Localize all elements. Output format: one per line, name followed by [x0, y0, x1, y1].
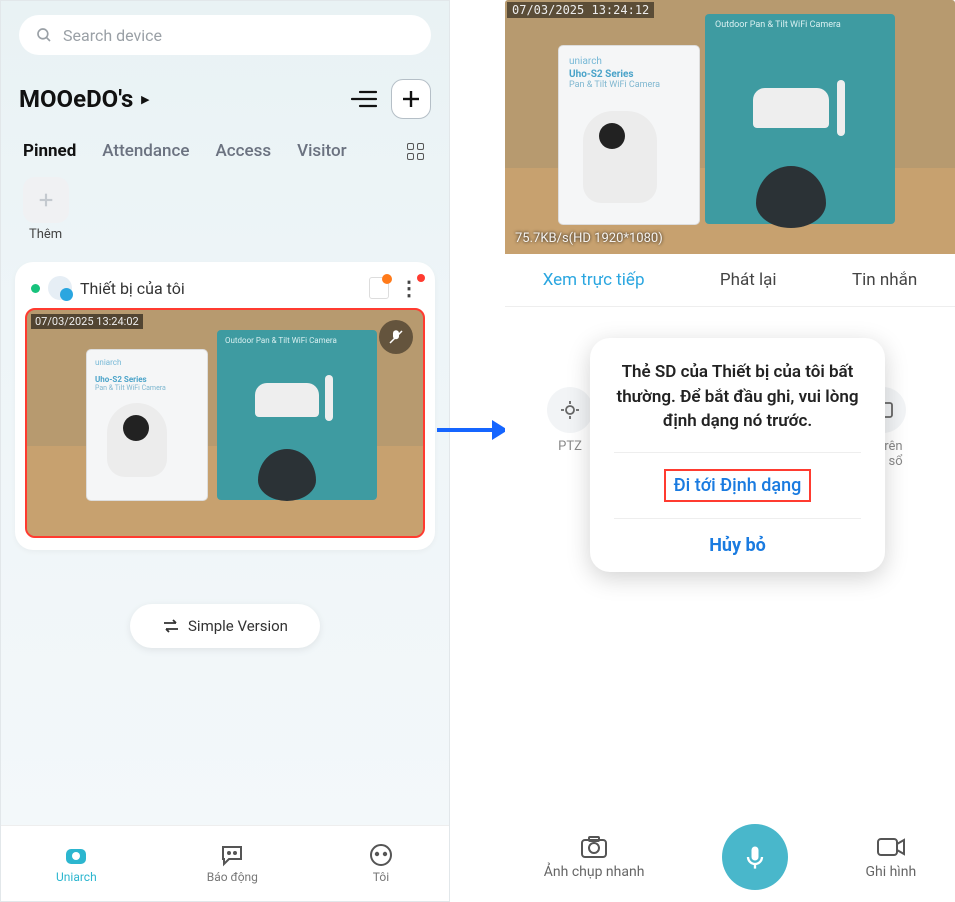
live-view-screen: uniarch Uho-S2 Series Pan & Tilt WiFi Ca…: [505, 0, 955, 902]
tab-visitor[interactable]: Visitor: [297, 141, 347, 161]
swap-icon: [162, 619, 180, 633]
ptz-icon: [558, 398, 582, 422]
camera-thumb-icon: [48, 276, 72, 300]
pin-add-label: Thêm: [29, 227, 449, 242]
live-bottom-bar: Ảnh chụp nhanh Ghi hình: [505, 824, 955, 890]
nav-uniarch[interactable]: Uniarch: [56, 843, 97, 884]
snapshot-icon: [579, 834, 609, 860]
simple-version-label: Simple Version: [188, 617, 288, 635]
dialog-cancel-button[interactable]: Hủy bỏ: [614, 518, 861, 572]
search-bar[interactable]: Search device: [19, 15, 431, 55]
filter-icon[interactable]: [351, 88, 377, 110]
search-icon: [35, 26, 53, 44]
view-tabs: Xem trực tiếp Phát lại Tin nhắn: [505, 254, 955, 307]
more-options-icon[interactable]: ⋮: [399, 276, 419, 300]
grid-view-icon[interactable]: [407, 143, 427, 160]
add-device-button[interactable]: [391, 79, 431, 119]
tab-access[interactable]: Access: [216, 141, 272, 161]
status-dot-online: [31, 284, 40, 293]
plus-icon: [401, 89, 421, 109]
live-timestamp: 07/03/2025 13:24:12: [507, 2, 654, 18]
nav-me[interactable]: Tôi: [368, 843, 394, 884]
sd-format-dialog: Thẻ SD của Thiết bị của tôi bất thường. …: [590, 338, 885, 572]
bottom-nav: Uniarch Báo động Tôi: [1, 825, 449, 901]
camera-model-b: [247, 383, 327, 473]
preview-timestamp: 07/03/2025 13:24:02: [31, 314, 143, 329]
tab-playback[interactable]: Phát lại: [720, 270, 777, 290]
tab-messages[interactable]: Tin nhắn: [852, 270, 917, 290]
camera-icon: [63, 843, 89, 867]
record-button[interactable]: Ghi hình: [865, 834, 916, 880]
device-name: Thiết bị của tôi: [80, 279, 185, 298]
account-selector[interactable]: MOOeDO's ▸: [19, 85, 149, 113]
snapshot-button[interactable]: Ảnh chụp nhanh: [544, 834, 645, 880]
plus-icon: [37, 191, 55, 209]
talk-button[interactable]: [722, 824, 788, 890]
nav-alarm[interactable]: Báo động: [207, 843, 258, 884]
category-tabs: Pinned Attendance Access Visitor: [1, 131, 449, 161]
simple-version-button[interactable]: Simple Version: [130, 604, 320, 648]
chevron-right-icon: ▸: [141, 90, 149, 108]
record-icon: [875, 834, 907, 860]
camera-preview[interactable]: uniarch Uho-S2 Series Pan & Tilt WiFi Ca…: [25, 308, 425, 538]
dialog-go-format-button[interactable]: Đi tới Định dạng: [614, 452, 861, 518]
mic-icon: [741, 843, 769, 871]
pin-add-tile[interactable]: [23, 177, 69, 223]
device-card: Thiết bị của tôi ⋮ uniarch Uho-S2 Series…: [15, 262, 435, 550]
tab-attendance[interactable]: Attendance: [102, 141, 189, 161]
mute-icon[interactable]: [379, 320, 413, 354]
tab-live[interactable]: Xem trực tiếp: [543, 270, 645, 290]
notification-icon[interactable]: [369, 277, 389, 299]
chat-icon: [219, 843, 245, 867]
ptz-control[interactable]: PTZ: [547, 387, 593, 469]
bitrate-label: 75.7KB/s(HD 1920*1080): [515, 231, 663, 246]
camera-model-b: [743, 88, 839, 198]
tab-pinned[interactable]: Pinned: [23, 141, 76, 161]
search-placeholder: Search device: [63, 26, 162, 45]
live-preview[interactable]: uniarch Uho-S2 Series Pan & Tilt WiFi Ca…: [505, 0, 955, 254]
home-screen: Search device MOOeDO's ▸ Pinned Attendan…: [0, 0, 450, 902]
account-name: MOOeDO's: [19, 85, 133, 113]
camera-model-a: [583, 111, 657, 203]
flow-arrow-icon: [437, 420, 508, 440]
dialog-message: Thẻ SD của Thiết bị của tôi bất thường. …: [614, 360, 861, 434]
camera-model-a: [107, 403, 167, 477]
face-icon: [368, 843, 394, 867]
